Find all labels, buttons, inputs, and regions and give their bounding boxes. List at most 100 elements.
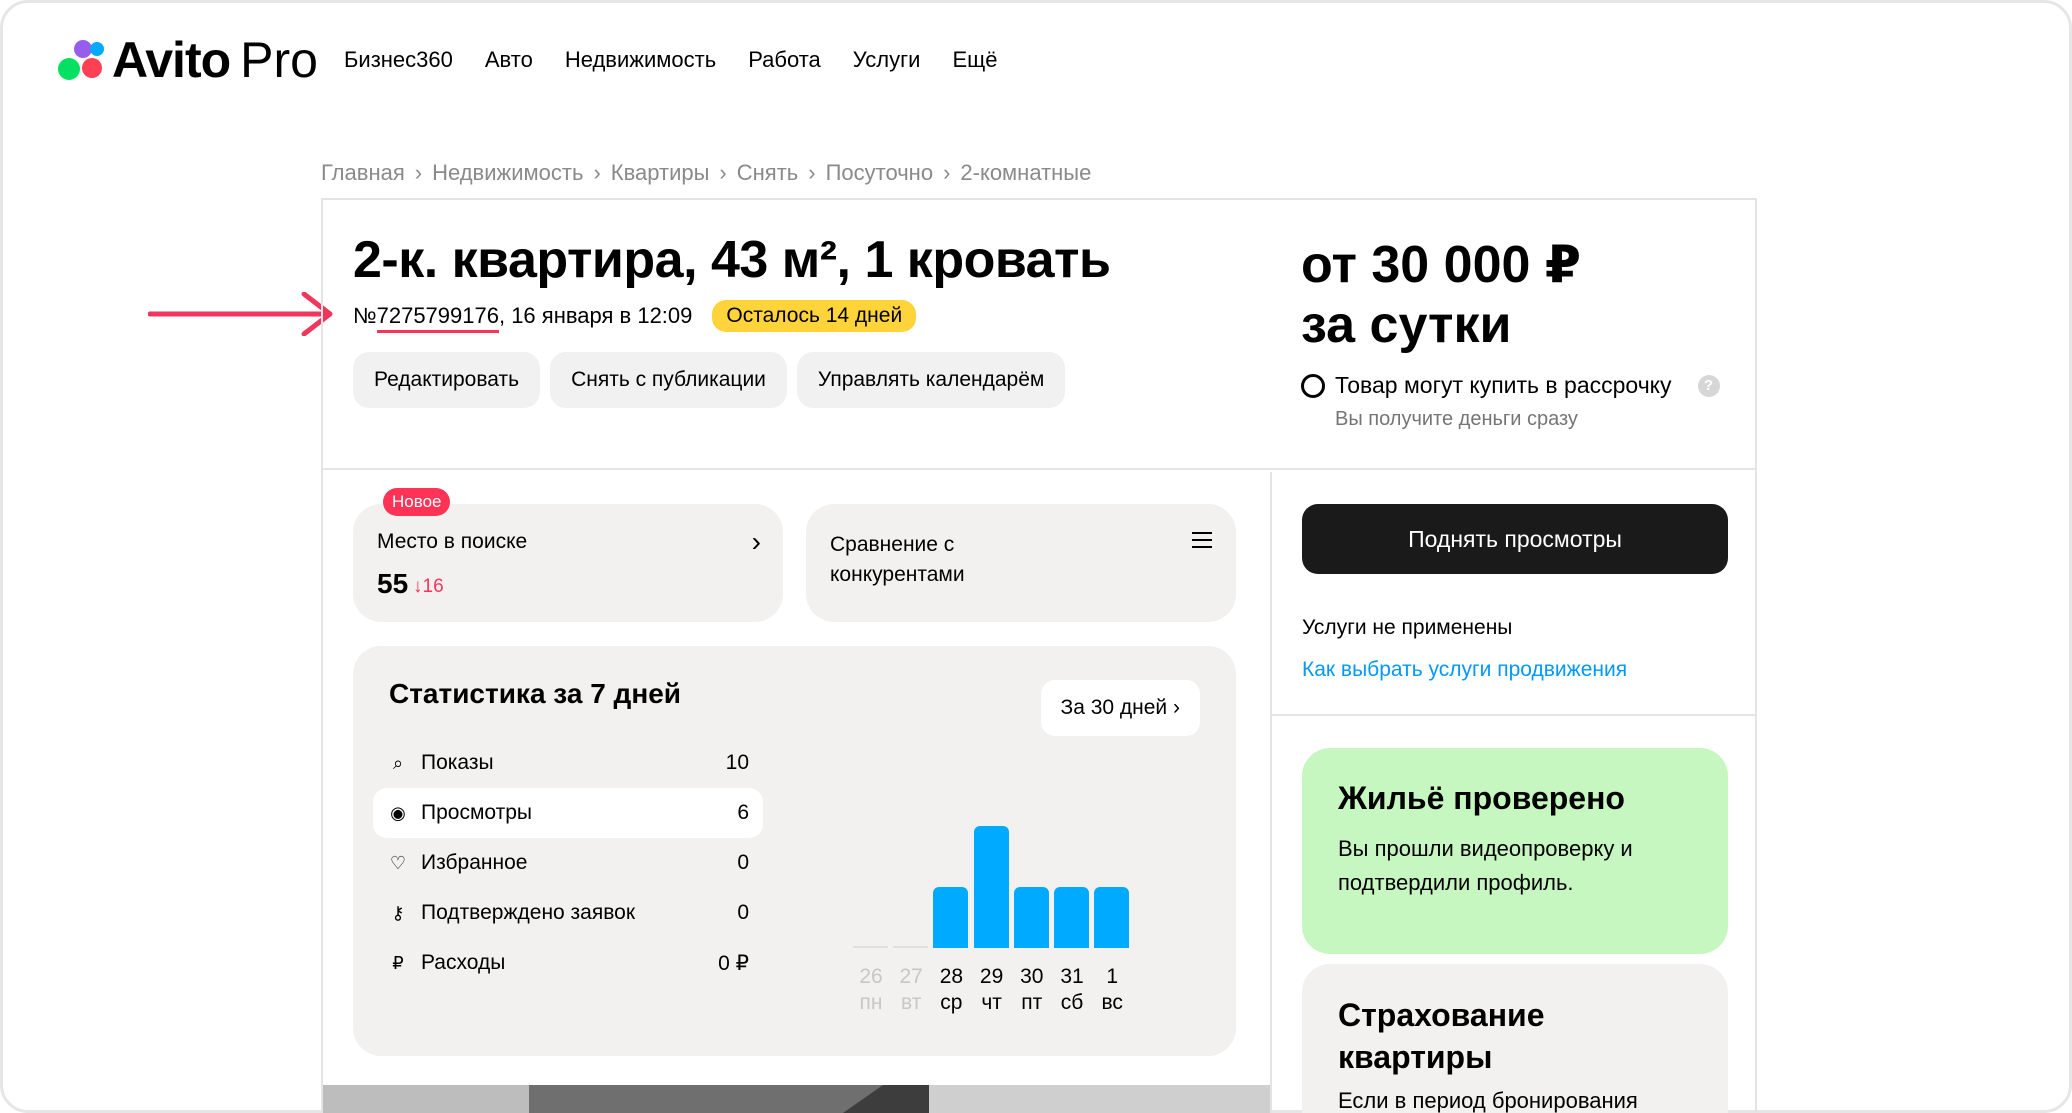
chart-x-label: 1 вс	[1089, 964, 1135, 1016]
listing-meta: №7275799176, 16 января в 12:09 Осталось …	[353, 300, 917, 333]
listing-header: 2-к. квартира, 43 м², 1 кровать №7275799…	[323, 200, 1755, 470]
chevron-right-icon: ›	[719, 160, 727, 185]
pie-chart-icon	[1301, 373, 1325, 398]
annotation-arrow	[148, 292, 333, 336]
ruble-icon: ₽	[392, 952, 404, 973]
period-30-days-button[interactable]: За 30 дней ›	[1040, 680, 1200, 736]
statistics-title: Статистика за 7 дней	[389, 678, 682, 709]
chevron-right-icon: ›	[414, 160, 423, 185]
price: от 30 000 ₽ за сутки	[1301, 235, 1581, 355]
stat-label: Избранное	[421, 851, 528, 874]
search-icon: ⌕	[392, 752, 404, 773]
logo-word: Avito	[112, 32, 231, 88]
stat-row-confirmed-requests[interactable]: ⚷ Подтверждено заявок 0	[373, 888, 763, 938]
price-amount: от 30 000 ₽	[1301, 236, 1582, 294]
listing-date: , 16 января в 12:09	[498, 303, 693, 328]
chart-x-day: 26	[859, 965, 883, 988]
chart-x-day: 29	[979, 965, 1004, 988]
how-to-choose-promotion-link[interactable]: Как выбрать услуги продвижения	[1302, 658, 1627, 682]
listing-actions: Редактировать Снять с публикации Управля…	[353, 352, 1066, 408]
divider	[1272, 714, 1756, 716]
competitors-comparison-card[interactable]: Сравнение с конкурентами	[806, 504, 1236, 622]
no-services-text: Услуги не применены	[1302, 616, 1513, 639]
breadcrumb-item[interactable]: Снять	[737, 160, 799, 186]
chevron-right-icon: ›	[808, 160, 816, 185]
chart-x-weekday: сб	[1060, 991, 1084, 1014]
stat-value: 6	[737, 801, 749, 824]
eye-icon: ◉	[390, 802, 406, 823]
chart-bar[interactable]	[1094, 887, 1130, 948]
stat-row-impressions[interactable]: ⌕ Показы 10	[373, 738, 763, 788]
right-column: Поднять просмотры Услуги не применены Ка…	[1270, 472, 1756, 1113]
chart-bar[interactable]	[933, 887, 969, 948]
manage-calendar-button[interactable]: Управлять календарём	[796, 352, 1066, 408]
verified-title: Жильё проверено	[1338, 780, 1625, 816]
breadcrumb-item[interactable]: Главная	[321, 160, 405, 186]
breadcrumb-item[interactable]: 2-комнатные	[960, 160, 1091, 186]
list-settings-icon	[1192, 532, 1212, 552]
chevron-right-icon: ›	[593, 160, 601, 185]
chevron-right-icon: ›	[751, 526, 761, 557]
stat-value: 0 ₽	[718, 951, 749, 975]
chart-bar[interactable]	[1013, 887, 1049, 948]
stat-value: 0	[737, 851, 749, 874]
nav-services[interactable]: Услуги	[853, 47, 921, 73]
breadcrumb: Главная › Недвижимость › Квартиры › Снять › …	[321, 160, 1091, 186]
chart-x-label: 29 чт	[969, 964, 1015, 1016]
breadcrumb-item[interactable]: Посуточно	[826, 160, 933, 186]
price-period: за сутки	[1301, 296, 1512, 354]
nav-auto[interactable]: Авто	[485, 47, 533, 73]
left-column: Новое Место в поиске › 55 ↓16 Сравнение …	[323, 472, 1270, 1113]
stat-row-expenses[interactable]: ₽ Расходы 0 ₽	[373, 938, 763, 988]
chart-x-day: 27	[899, 965, 923, 988]
chart-x-weekday: ср	[940, 991, 963, 1014]
window-top-edge	[40, 0, 2032, 3]
chart-bar[interactable]	[1054, 887, 1089, 948]
days-left-badge: Осталось 14 дней	[712, 300, 917, 332]
insurance-title: Страхование квартиры	[1338, 997, 1545, 1075]
installment-subtext: Вы получите деньги сразу	[1335, 408, 1578, 430]
listing-photo-preview[interactable]	[323, 1085, 1270, 1113]
chart-x-day: 31	[1060, 965, 1084, 988]
edit-button[interactable]: Редактировать	[353, 352, 541, 408]
chart-x-label: 30 пт	[1009, 964, 1055, 1016]
help-icon[interactable]: ?	[1697, 374, 1720, 397]
nav-realty[interactable]: Недвижимость	[565, 47, 716, 73]
key-icon: ⚷	[391, 902, 405, 923]
avito-pro-logo[interactable]: Avito Pro	[58, 31, 318, 89]
chart-x-weekday: пн	[859, 991, 883, 1014]
breadcrumb-item[interactable]: Недвижимость	[432, 160, 583, 186]
listing-number: 7275799176	[376, 303, 499, 333]
breadcrumb-item[interactable]: Квартиры	[611, 160, 710, 186]
chart-x-weekday: чт	[981, 991, 1002, 1014]
stat-label: Расходы	[421, 951, 506, 974]
comparison-label: Сравнение с конкурентами	[830, 533, 965, 586]
avito-logo-icon	[58, 36, 106, 84]
housing-verified-card: Жильё проверено Вы прошли видеопроверку …	[1302, 748, 1728, 954]
stat-row-favorites[interactable]: ♡ Избранное 0	[373, 838, 763, 888]
stat-value: 0	[737, 901, 749, 924]
chart-x-weekday: пт	[1021, 991, 1043, 1014]
nav-business360[interactable]: Бизнес360	[344, 47, 453, 73]
chart-bar[interactable]	[973, 826, 1009, 948]
nav-more[interactable]: Ещё	[952, 47, 997, 73]
chart-x-label: 28 ср	[928, 964, 974, 1016]
apartment-insurance-card[interactable]: Страхование квартиры Если в период брони…	[1302, 964, 1728, 1113]
stat-label: Подтверждено заявок	[421, 901, 636, 924]
nav-jobs[interactable]: Работа	[748, 47, 821, 73]
top-header: Avito Pro Бизнес360 Авто Недвижимость Ра…	[58, 30, 997, 90]
search-position-label: Место в поиске	[377, 530, 528, 553]
logo-pro: Pro	[240, 32, 318, 88]
chevron-right-icon: ›	[943, 160, 951, 185]
stat-row-views[interactable]: ◉ Просмотры 6	[373, 788, 763, 838]
unpublish-button[interactable]: Снять с публикации	[550, 352, 787, 408]
verified-text: Вы прошли видеопроверку и подтвердили пр…	[1338, 836, 1633, 895]
search-position-value: 55	[377, 568, 409, 599]
insurance-text: Если в период бронирования	[1338, 1088, 1638, 1113]
boost-views-button[interactable]: Поднять просмотры	[1302, 504, 1728, 574]
chart-bar-empty	[893, 946, 929, 948]
listing-panel: 2-к. квартира, 43 м², 1 кровать №7275799…	[321, 198, 1757, 1113]
main-nav: Бизнес360 Авто Недвижимость Работа Услуг…	[344, 47, 998, 73]
chart-bar-empty	[853, 946, 888, 948]
search-position-card[interactable]: Новое Место в поиске › 55 ↓16	[353, 488, 783, 622]
